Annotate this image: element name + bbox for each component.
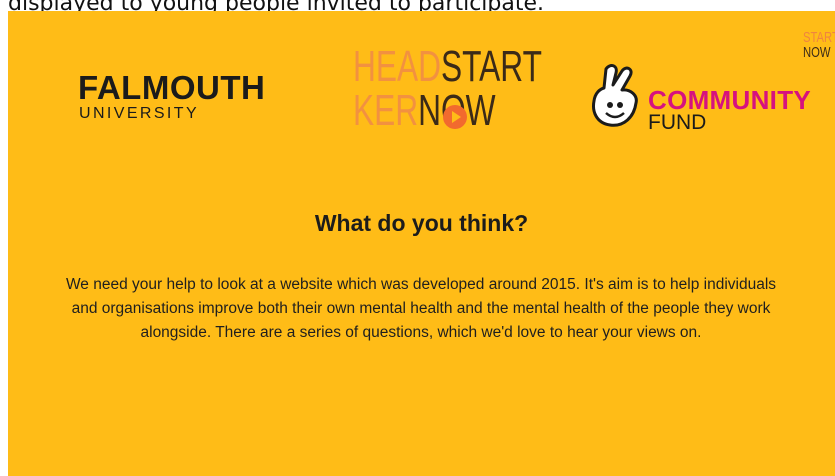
falmouth-logo-name: FALMOUTH	[78, 69, 266, 106]
crossed-fingers-hand-icon	[592, 64, 638, 127]
corner-line1: START	[803, 29, 835, 46]
headstart-kernow-logo: HEADSTART KERNOW	[353, 42, 542, 135]
corner-logo: START NOW	[803, 29, 835, 61]
headstart-start-text: START	[441, 42, 542, 91]
falmouth-logo-sub: UNIVERSITY	[79, 105, 200, 122]
headstart-head-text: HEAD	[353, 42, 442, 91]
play-icon	[442, 105, 468, 135]
slide-body-text: We need your help to look at a website w…	[65, 276, 777, 341]
slide-heading: What do you think?	[314, 210, 529, 236]
falmouth-university-logo: FALMOUTH UNIVERSITY	[78, 71, 265, 123]
slide: FALMOUTH UNIVERSITY HEADSTART KERNOW COM…	[8, 11, 835, 476]
corner-line2: NOW	[803, 44, 831, 61]
headstart-ker-text: KER	[353, 86, 419, 135]
fund-text: FUND	[648, 111, 707, 134]
